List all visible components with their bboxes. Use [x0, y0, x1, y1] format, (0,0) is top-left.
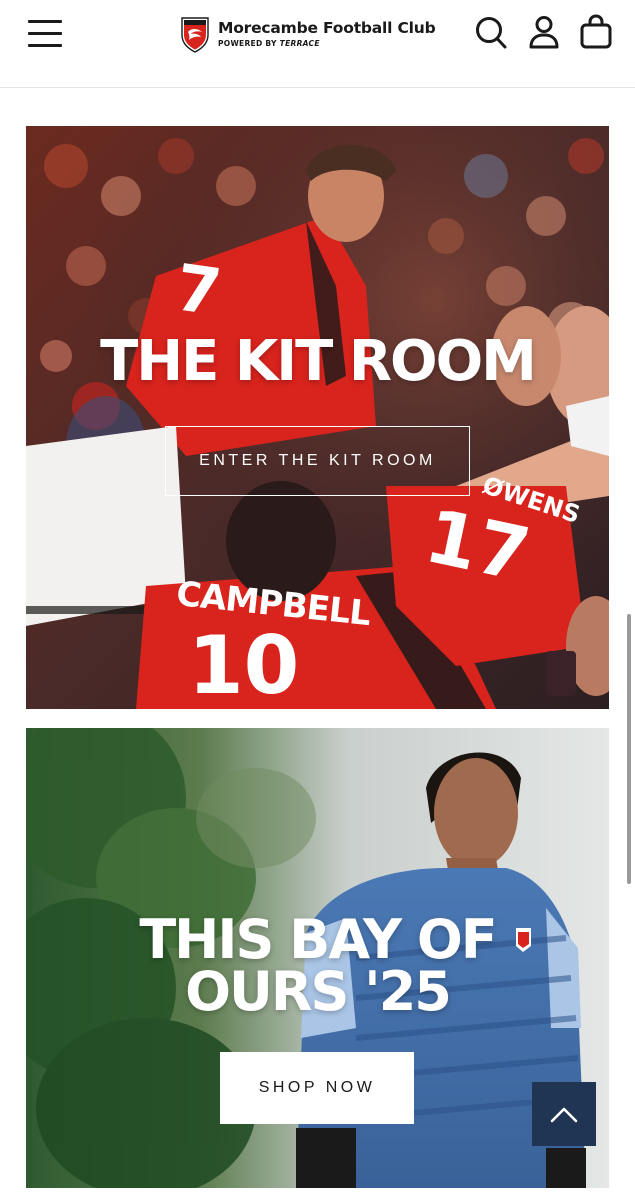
shirt-number-10: 10 [188, 619, 300, 710]
brand-logo[interactable]: Morecambe Football Club POWERED BY TERRA… [180, 14, 436, 54]
back-to-top-button[interactable] [532, 1082, 596, 1146]
brand-tagline-partner: TERRACE [279, 38, 320, 48]
shop-now-button[interactable]: SHOP NOW [220, 1052, 414, 1124]
search-icon[interactable] [474, 14, 508, 50]
brand-tagline-prefix: POWERED BY [218, 38, 280, 48]
kit-room-banner[interactable]: CAMPBELL 10 ØWENS 17 7 THE KIT ROOM ENTE… [26, 126, 609, 709]
menu-icon[interactable] [28, 18, 62, 48]
this-bay-of-ours-title: THIS BAY OF OURS '25 [139, 908, 497, 1023]
chevron-up-icon [550, 1107, 578, 1123]
scrollbar-thumb[interactable] [627, 614, 631, 884]
club-crest-icon [181, 17, 209, 53]
shirt-number-17: 17 [418, 493, 537, 599]
account-icon[interactable] [527, 14, 561, 50]
brand-tagline: POWERED BY TERRACE [218, 38, 436, 48]
cart-icon[interactable] [579, 14, 613, 50]
site-header: Morecambe Football Club POWERED BY TERRA… [0, 0, 635, 88]
enter-kit-room-button[interactable]: ENTER THE KIT ROOM [165, 426, 470, 496]
kit-room-title: THE KIT ROOM [100, 329, 537, 394]
this-bay-of-ours-banner[interactable]: THIS BAY OF OURS '25 SHOP NOW [26, 728, 609, 1188]
brand-name: Morecambe Football Club [218, 19, 436, 37]
